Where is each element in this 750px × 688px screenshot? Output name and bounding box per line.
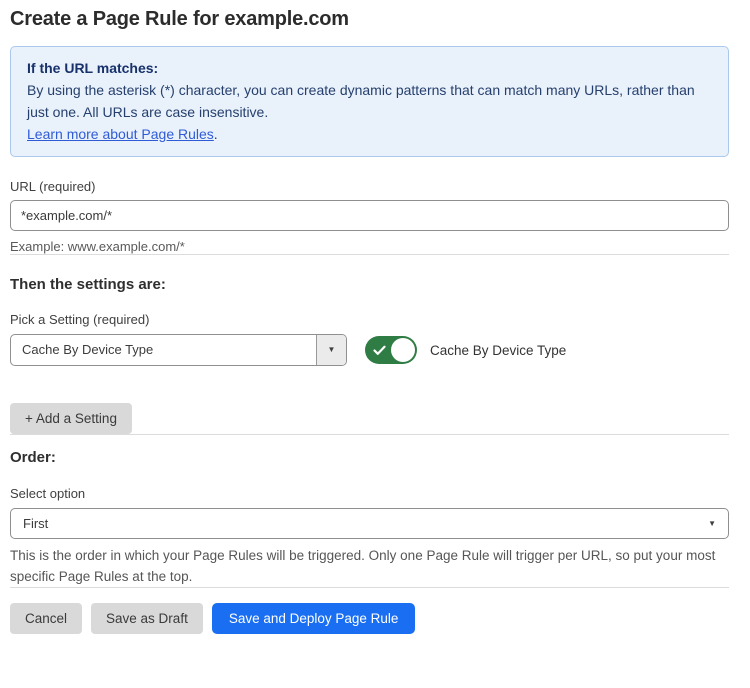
order-section-heading: Order: (10, 449, 729, 466)
toggle-knob (391, 338, 415, 362)
learn-more-link[interactable]: Learn more about Page Rules (27, 126, 214, 142)
setting-row: Cache By Device Type ▼ Cache By Device T… (10, 334, 729, 366)
select-option-label: Select option (10, 486, 729, 501)
order-helper-text: This is the order in which your Page Rul… (10, 545, 729, 587)
setting-select-arrow-button[interactable]: ▼ (316, 335, 346, 365)
cancel-button[interactable]: Cancel (10, 603, 82, 634)
info-box-body: By using the asterisk (*) character, you… (27, 79, 712, 123)
divider (10, 254, 729, 255)
url-match-info-box: If the URL matches: By using the asteris… (10, 46, 729, 157)
page-title: Create a Page Rule for example.com (10, 8, 729, 31)
info-box-heading: If the URL matches: (27, 57, 712, 79)
info-box-text: By using the asterisk (*) character, you… (27, 82, 695, 120)
setting-select[interactable]: Cache By Device Type ▼ (10, 334, 347, 366)
setting-select-value: Cache By Device Type (11, 335, 316, 365)
setting-toggle[interactable] (365, 336, 417, 364)
check-icon (373, 345, 386, 356)
pick-setting-label: Pick a Setting (required) (10, 312, 729, 327)
save-as-draft-button[interactable]: Save as Draft (91, 603, 203, 634)
url-example-helper: Example: www.example.com/* (10, 239, 729, 254)
order-select[interactable]: First ▼ (10, 508, 729, 539)
link-period: . (214, 126, 218, 142)
url-input[interactable] (10, 200, 729, 231)
caret-down-icon: ▼ (708, 520, 716, 528)
page-rule-form: Create a Page Rule for example.com If th… (0, 0, 750, 658)
divider (10, 434, 729, 435)
toggle-label: Cache By Device Type (430, 343, 566, 358)
save-and-deploy-button[interactable]: Save and Deploy Page Rule (212, 603, 416, 634)
divider (10, 587, 729, 588)
form-actions: Cancel Save as Draft Save and Deploy Pag… (10, 603, 729, 634)
settings-section-heading: Then the settings are: (10, 276, 729, 293)
caret-down-icon: ▼ (328, 346, 336, 354)
info-box-link-line: Learn more about Page Rules. (27, 123, 712, 145)
add-setting-button[interactable]: + Add a Setting (10, 403, 132, 434)
url-label: URL (required) (10, 179, 729, 194)
order-select-value: First (23, 516, 48, 531)
